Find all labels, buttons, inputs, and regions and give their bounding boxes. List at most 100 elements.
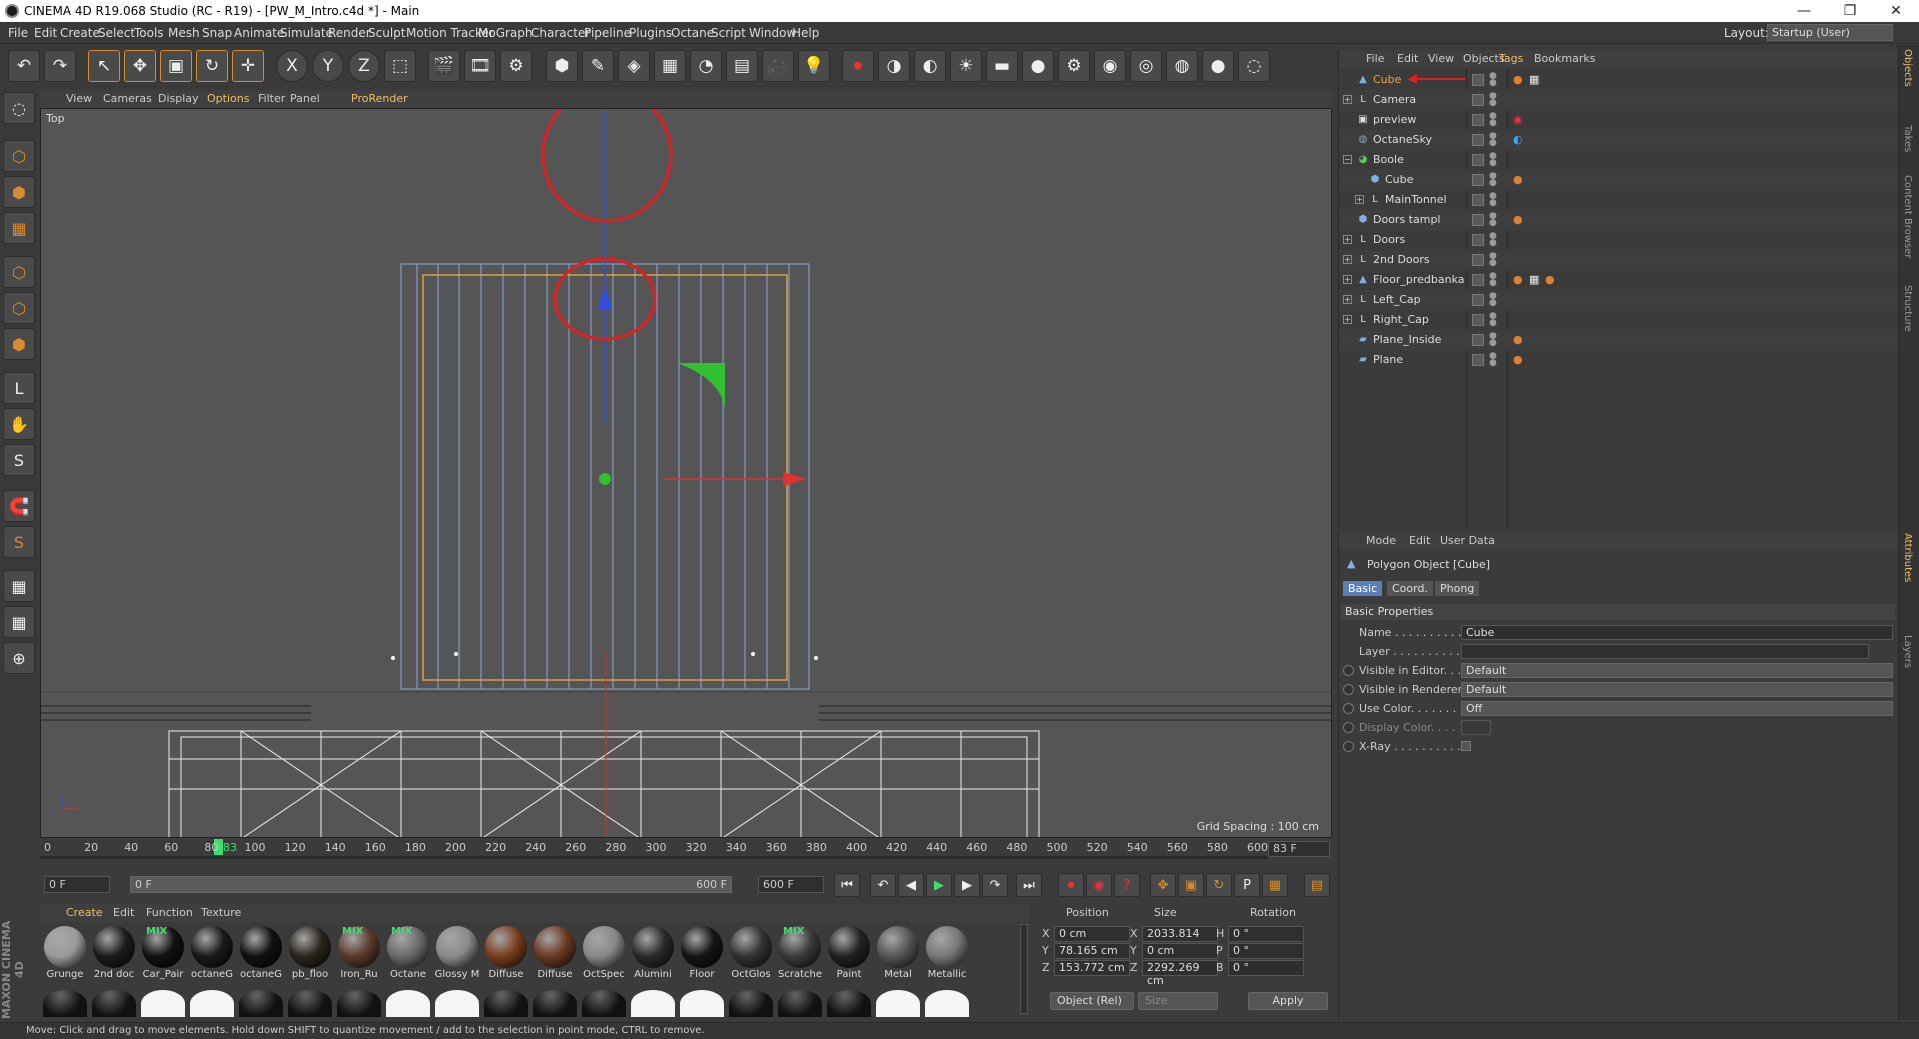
material-swatch[interactable]: Alumini xyxy=(630,924,676,982)
material-swatch[interactable]: OctGlos xyxy=(728,924,774,982)
octane-glass-button[interactable]: ◎ xyxy=(1130,50,1162,82)
layer-visibility-icon[interactable] xyxy=(1472,154,1484,166)
maximize-button[interactable]: ❐ xyxy=(1827,0,1873,22)
render-settings-button[interactable]: ⚙ xyxy=(500,50,532,82)
select-button[interactable]: ↖ xyxy=(88,50,120,82)
menu-animate[interactable]: Animate xyxy=(234,26,284,40)
octane-sun-button[interactable]: ☀ xyxy=(950,50,982,82)
dock-tab-content-browser[interactable]: Content Browser xyxy=(1902,175,1913,258)
menu-help[interactable]: Help xyxy=(792,26,819,40)
material-swatch[interactable]: Diffuse xyxy=(483,924,529,982)
object-row-octanesky[interactable]: ◍ OctaneSky ● ● ◐ xyxy=(1339,130,1899,150)
dock-tab-takes[interactable]: Takes xyxy=(1902,125,1913,152)
layer-visibility-icon[interactable] xyxy=(1472,294,1484,306)
minimize-button[interactable]: — xyxy=(1781,0,1827,22)
editor-render-dots-icon[interactable]: ● ● xyxy=(1489,252,1497,268)
coord-pos-field-x[interactable]: 0 cm xyxy=(1054,926,1130,942)
layer-visibility-icon[interactable] xyxy=(1472,134,1484,146)
edge-mode-button[interactable]: ⬡ xyxy=(3,292,35,324)
object-tag-icon[interactable]: ● xyxy=(1545,273,1555,286)
editor-render-dots-icon[interactable]: ● ● xyxy=(1489,92,1497,108)
layout-button[interactable]: ◌ xyxy=(3,92,35,124)
layer-visibility-icon[interactable] xyxy=(1472,194,1484,206)
material-swatch-row2[interactable] xyxy=(631,990,675,1017)
menu-simulate[interactable]: Simulate xyxy=(280,26,333,40)
spline-pen-button[interactable]: ✎ xyxy=(582,50,614,82)
material-swatch[interactable]: MIX Iron_Ru xyxy=(336,924,382,982)
start-frame-field[interactable]: 0 F xyxy=(44,876,110,893)
object-row-cube[interactable]: ⬢ Cube ● ● ● xyxy=(1339,170,1899,190)
layer-visibility-icon[interactable] xyxy=(1472,334,1484,346)
octane-plane-button[interactable]: ▬ xyxy=(986,50,1018,82)
animate-radio-icon[interactable] xyxy=(1343,684,1354,695)
current-frame-field[interactable]: 83 F xyxy=(1268,841,1330,857)
coordinate-system-button[interactable]: ⬚ xyxy=(384,50,416,82)
object-menu-view[interactable]: View xyxy=(1428,52,1454,65)
prev-key-button[interactable]: ↶ xyxy=(870,873,896,897)
sculpt-s-button[interactable]: S xyxy=(3,444,35,476)
dock-tab-attributes[interactable]: Attributes xyxy=(1902,533,1913,582)
coord-mode-select[interactable]: Object (Rel) xyxy=(1050,992,1134,1010)
coord-pos-field-y[interactable]: 78.165 cm xyxy=(1054,943,1130,959)
menu-tools[interactable]: Tools xyxy=(134,26,164,40)
layer-visibility-icon[interactable] xyxy=(1472,174,1484,186)
attr-value-field[interactable]: Default xyxy=(1461,682,1893,697)
dock-tab-layers[interactable]: Layers xyxy=(1902,635,1913,668)
xray-checkbox[interactable] xyxy=(1461,741,1471,751)
editor-render-dots-icon[interactable]: ● ● xyxy=(1489,272,1497,288)
key-scale-button[interactable]: ▣ xyxy=(1178,873,1204,897)
material-swatch-row2[interactable] xyxy=(190,990,234,1017)
viewport-menu-cameras[interactable]: Cameras xyxy=(103,92,152,105)
material-swatch-row2[interactable] xyxy=(288,990,332,1017)
light-button[interactable]: 💡 xyxy=(798,50,830,82)
redo-button[interactable]: ↷ xyxy=(44,50,76,82)
key-rotation-button[interactable]: ↻ xyxy=(1206,873,1232,897)
object-tag-icon[interactable]: ● xyxy=(1513,173,1523,186)
keyframe-selection-button[interactable]: ? xyxy=(1114,873,1140,897)
object-tag-icon[interactable]: ▦ xyxy=(1529,273,1539,286)
close-button[interactable]: ✕ xyxy=(1873,0,1919,22)
material-swatch-row2[interactable] xyxy=(484,990,528,1017)
editor-render-dots-icon[interactable]: ● ● xyxy=(1489,72,1497,88)
timeline-layout-button[interactable]: ▤ xyxy=(1304,873,1330,897)
viewport-menu-filter[interactable]: Filter xyxy=(258,92,285,105)
layer-visibility-icon[interactable] xyxy=(1472,354,1484,366)
object-row-left-cap[interactable]: + L Left_Cap ● ● xyxy=(1339,290,1899,310)
editor-render-dots-icon[interactable]: ● ● xyxy=(1489,312,1497,328)
material-menu-texture[interactable]: Texture xyxy=(201,906,241,919)
octane-extra-button[interactable]: ◌ xyxy=(1238,50,1270,82)
layout-select[interactable]: Startup (User) xyxy=(1767,24,1893,41)
material-swatch-row2[interactable] xyxy=(680,990,724,1017)
layer-visibility-icon[interactable] xyxy=(1472,114,1484,126)
editor-render-dots-icon[interactable]: ● ● xyxy=(1489,112,1497,128)
array-button[interactable]: ▦ xyxy=(654,50,686,82)
material-swatch[interactable]: pb_floo xyxy=(287,924,333,982)
editor-render-dots-icon[interactable]: ● ● xyxy=(1489,212,1497,228)
layer-visibility-icon[interactable] xyxy=(1472,274,1484,286)
snap-button[interactable]: S xyxy=(3,526,35,558)
point-mode-button[interactable]: ⬡ xyxy=(3,256,35,288)
y-axis-button[interactable]: Y xyxy=(312,50,344,82)
object-row-plane-inside[interactable]: ▰ Plane_Inside ● ● ● xyxy=(1339,330,1899,350)
dock-tab-structure[interactable]: Structure xyxy=(1902,285,1913,332)
autokey-button[interactable]: ◉ xyxy=(1086,873,1112,897)
editor-render-dots-icon[interactable]: ● ● xyxy=(1489,152,1497,168)
next-key-button[interactable]: ↷ xyxy=(982,873,1008,897)
material-swatch[interactable]: Grunge xyxy=(42,924,88,982)
coord-rot-field-h[interactable]: 0 ° xyxy=(1228,926,1304,942)
viewport-menu-options[interactable]: Options xyxy=(207,92,249,105)
material-swatch[interactable]: Paint xyxy=(826,924,872,982)
octane-sky-button[interactable]: ◐ xyxy=(914,50,946,82)
viewport-menu-view[interactable]: View xyxy=(66,92,92,105)
octane-render-button[interactable]: ⏺ xyxy=(842,50,874,82)
menu-window[interactable]: Window xyxy=(749,26,796,40)
goto-end-button[interactable]: ⏭ xyxy=(1016,873,1042,897)
object-menu-file[interactable]: File xyxy=(1366,52,1384,65)
material-swatch-row2[interactable] xyxy=(778,990,822,1017)
menu-character[interactable]: Character xyxy=(531,26,590,40)
material-swatch-row2[interactable] xyxy=(582,990,626,1017)
menu-file[interactable]: File xyxy=(8,26,28,40)
material-swatch-row2[interactable] xyxy=(92,990,136,1017)
object-row-boole[interactable]: − ◕ Boole ● ● xyxy=(1339,150,1899,170)
material-swatch[interactable]: Metal xyxy=(875,924,921,982)
